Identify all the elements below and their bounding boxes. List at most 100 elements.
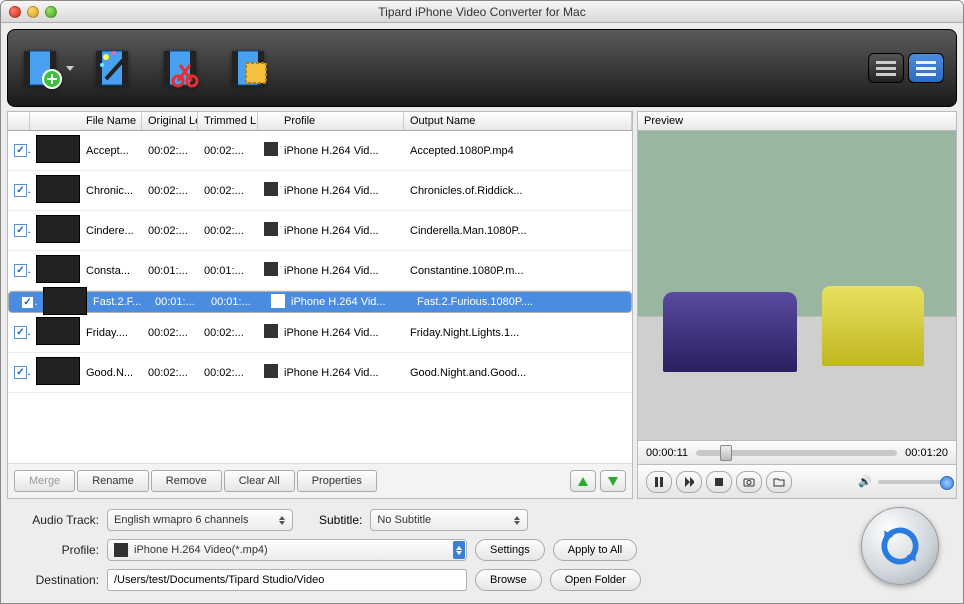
row-profile: iPhone H.264 Vid... (278, 367, 404, 379)
profile-select[interactable]: iPhone H.264 Video(*.mp4) (107, 539, 467, 561)
table-row[interactable]: Chronic...00:02:...00:02:...iPhone H.264… (8, 171, 632, 211)
destination-input[interactable]: /Users/test/Documents/Tipard Studio/Vide… (107, 569, 467, 591)
destination-label: Destination: (13, 573, 99, 587)
time-total: 00:01:20 (905, 447, 948, 459)
row-trimmed: 00:01:... (205, 296, 265, 308)
row-output: Chronicles.of.Riddick... (404, 185, 632, 197)
table-row[interactable]: Fast.2.F...00:01:...00:01:...iPhone H.26… (8, 291, 632, 313)
audiotrack-label: Audio Track: (13, 513, 99, 527)
clear-all-button[interactable]: Clear All (224, 470, 295, 492)
volume-icon: 🔊 (858, 475, 872, 488)
profile-icon (264, 142, 278, 156)
row-trimmed: 00:02:... (198, 367, 258, 379)
list-view-button[interactable] (868, 53, 904, 83)
open-snapshot-folder-button[interactable] (766, 471, 792, 493)
titlebar: Tipard iPhone Video Converter for Mac (1, 1, 963, 23)
browse-button[interactable]: Browse (475, 569, 542, 591)
table-row[interactable]: Good.N...00:02:...00:02:...iPhone H.264 … (8, 353, 632, 393)
row-checkbox[interactable] (14, 366, 27, 379)
row-profile: iPhone H.264 Vid... (278, 265, 404, 277)
row-output: Good.Night.and.Good... (404, 367, 632, 379)
convert-button[interactable] (861, 507, 939, 585)
subtitle-label: Subtitle: (319, 513, 362, 527)
thumbnail (36, 215, 80, 243)
trim-button[interactable] (156, 41, 210, 95)
thumbnail (43, 287, 87, 315)
rename-button[interactable]: Rename (77, 470, 149, 492)
thumbnail (36, 175, 80, 203)
row-checkbox[interactable] (14, 144, 27, 157)
stop-button[interactable] (706, 471, 732, 493)
row-checkbox[interactable] (14, 184, 27, 197)
row-filename: Friday.... (80, 327, 142, 339)
properties-button[interactable]: Properties (297, 470, 377, 492)
row-trimmed: 00:02:... (198, 185, 258, 197)
pause-button[interactable] (646, 471, 672, 493)
effect-button[interactable] (88, 41, 142, 95)
detail-view-button[interactable] (908, 53, 944, 83)
row-profile: iPhone H.264 Vid... (278, 327, 404, 339)
row-original: 00:02:... (142, 225, 198, 237)
row-checkbox[interactable] (14, 264, 27, 277)
row-checkbox[interactable] (14, 224, 27, 237)
add-file-button[interactable] (20, 41, 74, 95)
row-original: 00:01:... (149, 296, 205, 308)
audiotrack-select[interactable]: English wmapro 6 channels (107, 509, 293, 531)
snapshot-button[interactable] (736, 471, 762, 493)
profile-icon (271, 294, 285, 308)
table-row[interactable]: Accept...00:02:...00:02:...iPhone H.264 … (8, 131, 632, 171)
row-trimmed: 00:02:... (198, 145, 258, 157)
row-filename: Fast.2.F... (87, 296, 149, 308)
profile-label: Profile: (13, 543, 99, 557)
header-output[interactable]: Output Name (404, 112, 632, 130)
row-trimmed: 00:02:... (198, 225, 258, 237)
window-title: Tipard iPhone Video Converter for Mac (1, 5, 963, 19)
row-output: Constantine.1080P.m... (404, 265, 632, 277)
row-original: 00:02:... (142, 327, 198, 339)
app-window: Tipard iPhone Video Converter for Mac (0, 0, 964, 604)
row-output: Cinderella.Man.1080P... (404, 225, 632, 237)
chevron-down-icon (66, 66, 74, 71)
player-controls: 🔊 (637, 465, 957, 499)
apply-to-all-button[interactable]: Apply to All (553, 539, 637, 561)
list-actions: Merge Rename Remove Clear All Properties (8, 463, 632, 498)
arrow-down-icon (608, 477, 618, 486)
table-row[interactable]: Consta...00:01:...00:01:...iPhone H.264 … (8, 251, 632, 291)
open-folder-button[interactable]: Open Folder (550, 569, 641, 591)
move-up-button[interactable] (570, 470, 596, 492)
merge-button[interactable]: Merge (14, 470, 75, 492)
crop-button[interactable] (224, 41, 278, 95)
row-checkbox[interactable] (14, 326, 27, 339)
seek-slider[interactable] (696, 450, 897, 456)
row-profile: iPhone H.264 Vid... (278, 145, 404, 157)
header-trimmed[interactable]: Trimmed L (198, 112, 258, 130)
preview-pane: Preview 00:00:11 00:01:20 🔊 (637, 111, 957, 499)
row-output: Friday.Night.Lights.1... (404, 327, 632, 339)
settings-button[interactable]: Settings (475, 539, 545, 561)
thumbnail (36, 357, 80, 385)
row-filename: Accept... (80, 145, 142, 157)
table-row[interactable]: Friday....00:02:...00:02:...iPhone H.264… (8, 313, 632, 353)
preview-label: Preview (637, 111, 957, 130)
row-output: Accepted.1080P.mp4 (404, 145, 632, 157)
row-filename: Good.N... (80, 367, 142, 379)
table-row[interactable]: Cindere...00:02:...00:02:...iPhone H.264… (8, 211, 632, 251)
header-filename[interactable]: File Name (80, 112, 142, 130)
header-profile[interactable]: Profile (278, 112, 404, 130)
volume-slider[interactable] (878, 480, 948, 484)
profile-icon (264, 182, 278, 196)
header-original[interactable]: Original Le (142, 112, 198, 130)
profile-icon (264, 222, 278, 236)
row-output: Fast.2.Furious.1080P.... (411, 296, 611, 308)
row-original: 00:01:... (142, 265, 198, 277)
timeline: 00:00:11 00:01:20 (637, 441, 957, 465)
row-trimmed: 00:01:... (198, 265, 258, 277)
subtitle-select[interactable]: No Subtitle (370, 509, 528, 531)
remove-button[interactable]: Remove (151, 470, 222, 492)
main-toolbar (7, 29, 957, 107)
step-forward-button[interactable] (676, 471, 702, 493)
move-down-button[interactable] (600, 470, 626, 492)
row-checkbox[interactable] (21, 296, 34, 309)
row-profile: iPhone H.264 Vid... (278, 185, 404, 197)
preview-video[interactable] (637, 130, 957, 441)
